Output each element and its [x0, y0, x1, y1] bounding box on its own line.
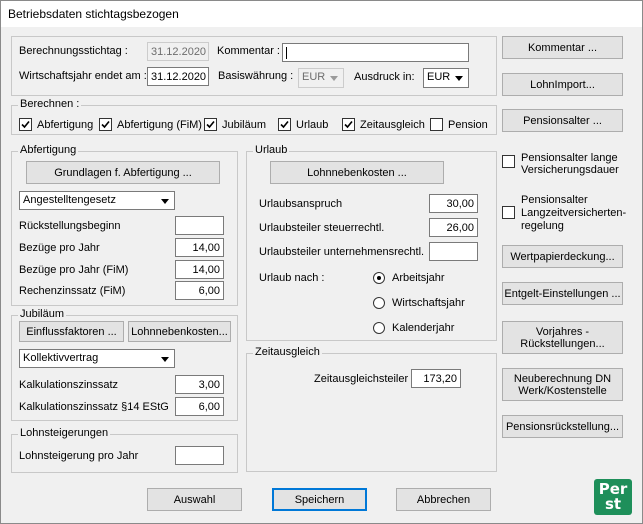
bezuege-fim-label: Bezüge pro Jahr (FiM) [19, 264, 129, 276]
checkmark-icon [344, 120, 353, 129]
wirtschaftsjahr-input[interactable]: 31.12.2020 [147, 67, 209, 86]
checkbox-label-jubilaeum: Jubiläum [222, 119, 267, 131]
kommentar-button[interactable]: Kommentar ... [502, 36, 623, 59]
checkbox-label-urlaub: Urlaub [296, 119, 329, 131]
radio-kalenderjahr[interactable] [373, 322, 385, 334]
checkbox-abfertigung[interactable] [19, 118, 32, 131]
rechenzinssatz-label: Rechenzinssatz (FiM) [19, 285, 126, 297]
entgelt-einstellungen-button[interactable]: Entgelt-Einstellungen ... [502, 282, 623, 305]
bezuege-label: Bezüge pro Jahr [19, 242, 100, 254]
window-title: Betriebsdaten stichtagsbezogen [8, 7, 179, 21]
zeitausgleich-title: Zeitausgleich [253, 346, 322, 358]
urlaubsteiler-steuer-input[interactable]: 26,00 [429, 218, 478, 237]
kalkulationszinssatz-label: Kalkulationszinssatz [19, 379, 119, 391]
urlaubsanspruch-input[interactable]: 30,00 [429, 194, 478, 213]
kommentar-input[interactable] [282, 43, 469, 62]
radio-label-arbeitsjahr: Arbeitsjahr [392, 272, 445, 284]
checkmark-icon [101, 120, 110, 129]
kommentar-label: Kommentar : [217, 45, 280, 57]
vorjahres-rueckstellungen-button[interactable]: Vorjahres - Rückstellungen... [502, 321, 623, 354]
zeitausgleichsteiler-label: Zeitausgleichsteiler [314, 373, 409, 385]
rechenzinssatz-input[interactable]: 6,00 [175, 281, 224, 300]
jubilaeum-title: Jubiläum [18, 308, 67, 320]
urlaub-lohnnebenkosten-button[interactable]: Lohnnebenkosten ... [270, 161, 444, 184]
title-bar: Betriebsdaten stichtagsbezogen [1, 1, 642, 27]
ausdruck-label: Ausdruck in: [354, 71, 415, 83]
checkbox-pensionsalter-langzeit[interactable] [502, 206, 515, 219]
lohnimport-button[interactable]: LohnImport... [502, 73, 623, 96]
radio-wirtschaftsjahr[interactable] [373, 297, 385, 309]
pensionsrueckstellung-button[interactable]: Pensionsrückstellung... [502, 415, 623, 438]
checkbox-pension[interactable] [430, 118, 443, 131]
checkbox-label-abfertigung-fim: Abfertigung (FiM) [117, 119, 202, 131]
radio-label-kalenderjahr: Kalenderjahr [392, 322, 455, 334]
kalkulationszinssatz-14-input[interactable]: 6,00 [175, 397, 224, 416]
checkmark-icon [21, 120, 30, 129]
auswahl-button[interactable]: Auswahl [147, 488, 242, 511]
abbrechen-button[interactable]: Abbrechen [396, 488, 491, 511]
perst-logo: Per st [594, 479, 632, 515]
checkmark-icon [280, 120, 289, 129]
rueckstellungsbeginn-input[interactable] [175, 216, 224, 235]
lohnsteigerung-input[interactable] [175, 446, 224, 465]
lohnsteigerungen-title: Lohnsteigerungen [18, 427, 111, 439]
basiswaehrung-select: EUR [298, 68, 344, 88]
radio-arbeitsjahr[interactable] [373, 272, 385, 284]
basiswaehrung-label: Basiswährung : [218, 70, 294, 82]
einflussfaktoren-button[interactable]: Einflussfaktoren ... [19, 321, 124, 342]
vertrag-select[interactable]: Kollektivvertrag [19, 349, 175, 368]
speichern-button[interactable]: Speichern [272, 488, 367, 511]
chevron-down-icon [330, 76, 338, 81]
kalkulationszinssatz-input[interactable]: 3,00 [175, 375, 224, 394]
lohnsteigerung-label: Lohnsteigerung pro Jahr [19, 450, 139, 462]
wertpapierdeckung-button[interactable]: Wertpapierdeckung... [502, 245, 623, 268]
checkbox-urlaub[interactable] [278, 118, 291, 131]
checkbox-label-pension: Pension [448, 119, 488, 131]
checkbox-abfertigung-fim[interactable] [99, 118, 112, 131]
urlaub-nach-label: Urlaub nach : [259, 272, 325, 284]
bezuege-fim-input[interactable]: 14,00 [175, 260, 224, 279]
urlaub-title: Urlaub [253, 144, 290, 156]
neuberechnung-button[interactable]: Neuberechnung DN Werk/Kostenstelle [502, 368, 623, 401]
radio-label-wirtschaftsjahr: Wirtschaftsjahr [392, 297, 465, 309]
checkbox-jubilaeum[interactable] [204, 118, 217, 131]
chevron-down-icon [161, 357, 169, 362]
urlaubsanspruch-label: Urlaubsanspruch [259, 198, 343, 210]
checkbox-label-abfertigung: Abfertigung [37, 119, 94, 131]
grundlagen-abfertigung-button[interactable]: Grundlagen f. Abfertigung ... [26, 161, 220, 184]
wirtschaftsjahr-label: Wirtschaftsjahr endet am : [19, 70, 147, 82]
urlaubsteiler-unternehmen-input[interactable] [429, 242, 478, 261]
checkbox-label-zeitausgleich: Zeitausgleich [360, 119, 425, 131]
checkbox-pensionsalter-lange[interactable] [502, 155, 515, 168]
checkmark-icon [206, 120, 215, 129]
chevron-down-icon [455, 76, 463, 81]
rueckstellungsbeginn-label: Rückstellungsbeginn [19, 220, 121, 232]
stichtag-label: Berechnungsstichtag : [19, 45, 128, 57]
pensionsalter-lange-label: Pensionsalter lange Versicherungsdauer [521, 152, 619, 176]
urlaubsteiler-steuer-label: Urlaubsteiler steuerrechtl. [259, 222, 385, 234]
chevron-down-icon [161, 199, 169, 204]
abfertigung-title: Abfertigung [18, 144, 79, 156]
zeitausgleichsteiler-input[interactable]: 173,20 [411, 369, 461, 388]
checkbox-zeitausgleich[interactable] [342, 118, 355, 131]
dialog-window: Betriebsdaten stichtagsbezogen Berechnun… [0, 0, 643, 524]
bezuege-input[interactable]: 14,00 [175, 238, 224, 257]
jubilaeum-lohnnebenkosten-button[interactable]: Lohnnebenkosten... [128, 321, 231, 342]
urlaubsteiler-unternehmen-label: Urlaubsteiler unternehmensrechtl. [259, 246, 425, 258]
pensionsalter-button[interactable]: Pensionsalter ... [502, 109, 623, 132]
pensionsalter-langzeit-label: Pensionsalter Langzeitversicherten-regelu… [521, 194, 627, 232]
kalkulationszinssatz-14-label: Kalkulationszinssatz §14 EStG [19, 401, 169, 413]
berechnen-title: Berechnen : [18, 98, 82, 110]
ausdruck-select[interactable]: EUR [423, 68, 469, 88]
gesetz-select[interactable]: Angestelltengesetz [19, 191, 175, 210]
stichtag-field: 31.12.2020 [147, 42, 209, 61]
